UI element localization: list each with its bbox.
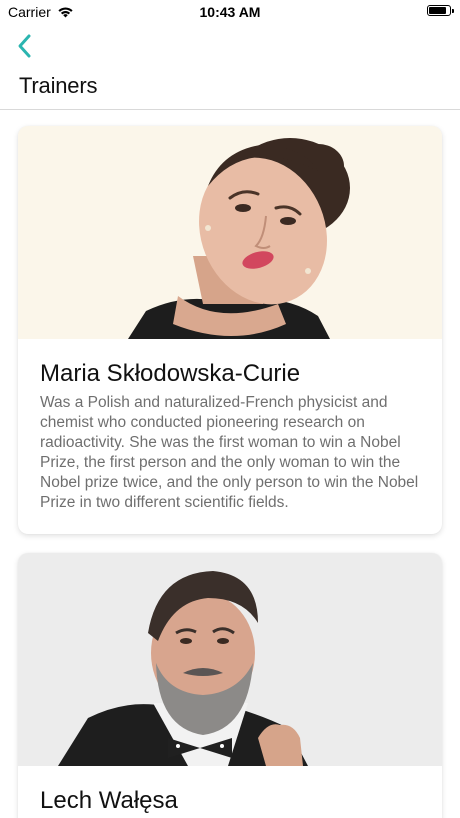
trainer-card[interactable]: Maria Skłodowska-Curie Was a Polish and … bbox=[18, 126, 442, 534]
trainer-photo bbox=[18, 126, 442, 339]
trainer-bio: Was a Polish and naturalized-French phys… bbox=[40, 394, 419, 511]
page-title: Trainers bbox=[19, 73, 98, 98]
battery-icon bbox=[427, 5, 454, 16]
back-button[interactable] bbox=[14, 33, 38, 59]
man-portrait-image bbox=[58, 571, 308, 766]
screen: Carrier 10:43 AM Trainers Maria Skłodows… bbox=[0, 0, 460, 818]
woman-portrait-image bbox=[128, 138, 350, 339]
trainer-name: Maria Skłodowska-Curie bbox=[40, 360, 301, 387]
trainer-photo bbox=[18, 553, 442, 766]
trainer-card[interactable]: Lech Wałęsa bbox=[18, 553, 442, 818]
chevron-left-icon bbox=[18, 34, 31, 58]
status-time: 10:43 AM bbox=[199, 4, 261, 20]
trainer-name: Lech Wałęsa bbox=[40, 787, 178, 814]
battery-fill bbox=[429, 7, 446, 14]
status-bar: Carrier 10:43 AM bbox=[0, 0, 460, 26]
nav-divider bbox=[0, 109, 460, 110]
